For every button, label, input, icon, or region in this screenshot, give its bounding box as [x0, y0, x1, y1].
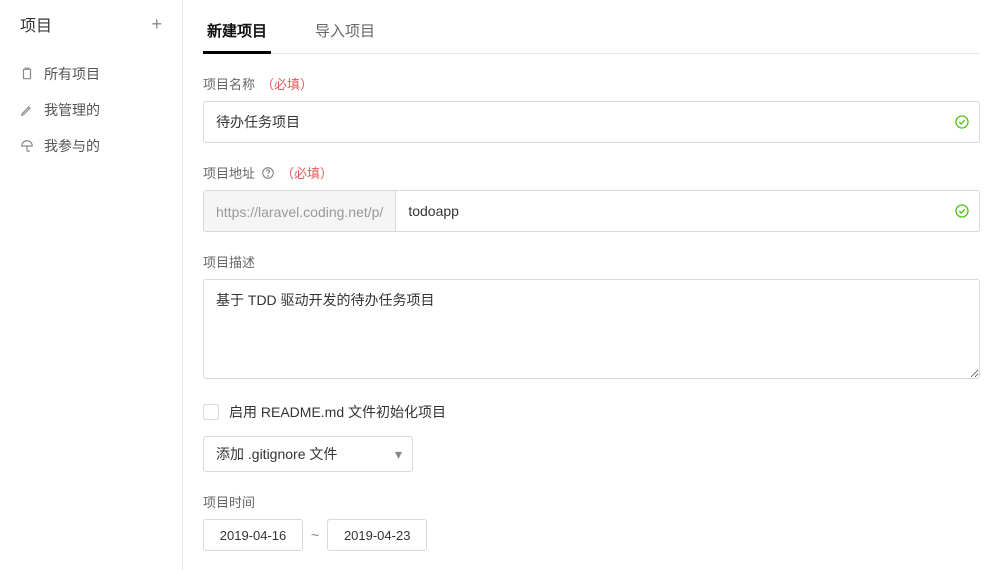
sidebar-item-label: 我管理的 — [44, 100, 100, 120]
project-time-label: 项目时间 — [203, 492, 980, 511]
sidebar-item-managed[interactable]: 我管理的 — [0, 92, 182, 128]
project-description-input[interactable] — [203, 279, 980, 379]
readme-label: 启用 README.md 文件初始化项目 — [229, 402, 446, 422]
address-prefix: https://laravel.coding.net/p/ — [203, 190, 395, 232]
sidebar-item-label: 所有项目 — [44, 64, 100, 84]
tab-new-project[interactable]: 新建项目 — [203, 10, 271, 53]
field-project-description: 项目描述 — [203, 252, 980, 382]
field-project-address: 项目地址 （必填） https://laravel.coding.net/p/ — [203, 163, 980, 232]
edit-icon — [20, 103, 34, 117]
date-end-input[interactable] — [327, 519, 427, 551]
project-description-label: 项目描述 — [203, 252, 980, 271]
tabs: 新建项目 导入项目 — [203, 0, 980, 54]
sidebar-items: 所有项目 我管理的 我参与的 — [0, 50, 182, 170]
project-address-label: 项目地址 （必填） — [203, 163, 980, 182]
date-range-separator: ~ — [311, 527, 319, 543]
field-project-name: 项目名称 （必填） — [203, 74, 980, 143]
readme-checkbox[interactable] — [203, 404, 219, 420]
sidebar-header: 项目 + — [0, 12, 182, 50]
clipboard-icon — [20, 67, 34, 81]
sidebar: 项目 + 所有项目 我管理的 我参与的 — [0, 0, 183, 570]
sidebar-item-all-projects[interactable]: 所有项目 — [0, 56, 182, 92]
project-address-input[interactable] — [395, 190, 980, 232]
gitignore-select-label: 添加 .gitignore 文件 — [216, 444, 337, 464]
tab-import-project[interactable]: 导入项目 — [311, 10, 379, 53]
project-name-label: 项目名称 （必填） — [203, 74, 980, 93]
valid-check-icon — [954, 203, 970, 219]
sidebar-title: 项目 — [20, 12, 52, 36]
help-icon[interactable] — [261, 166, 275, 180]
field-project-time: 项目时间 ~ — [203, 492, 980, 551]
gitignore-select[interactable]: 添加 .gitignore 文件 ▾ — [203, 436, 413, 472]
caret-down-icon: ▾ — [395, 446, 402, 463]
project-name-input[interactable] — [203, 101, 980, 143]
main-content: 新建项目 导入项目 项目名称 （必填） 项目地址 （必填） — [183, 0, 1000, 570]
date-start-input[interactable] — [203, 519, 303, 551]
add-project-icon[interactable]: + — [151, 15, 162, 33]
sidebar-item-participated[interactable]: 我参与的 — [0, 128, 182, 164]
valid-check-icon — [954, 114, 970, 130]
umbrella-icon — [20, 139, 34, 153]
readme-checkbox-row: 启用 README.md 文件初始化项目 — [203, 402, 980, 422]
sidebar-item-label: 我参与的 — [44, 136, 100, 156]
